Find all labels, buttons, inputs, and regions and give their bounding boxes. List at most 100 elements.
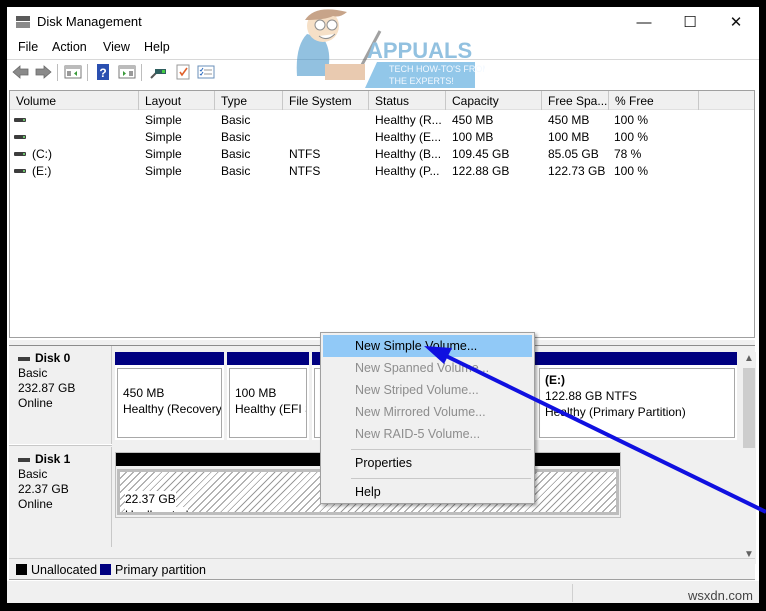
partition-status: Healthy (Recovery bbox=[123, 402, 222, 416]
menu-item-help[interactable]: Help bbox=[323, 481, 532, 503]
disk-icon bbox=[18, 356, 30, 361]
menu-bar: File Action View Help bbox=[7, 37, 759, 59]
volume-list: Volume Layout Type File System Status Ca… bbox=[9, 90, 755, 338]
partition-size: 22.37 GB bbox=[125, 491, 176, 507]
partition-status: Healthy (EFI S bbox=[235, 402, 307, 416]
maximize-icon: ☐ bbox=[683, 14, 697, 31]
partition-status: Healthy (Primary Partition) bbox=[545, 405, 686, 419]
volume-free-space: 450 MB bbox=[548, 113, 590, 127]
back-arrow-icon[interactable] bbox=[12, 64, 30, 80]
volume-status: Healthy (P... bbox=[375, 164, 440, 178]
column-header-capacity[interactable]: Capacity bbox=[446, 91, 542, 110]
volume-row[interactable]: (E:) Simple Basic NTFS Healthy (P... 122… bbox=[10, 163, 754, 180]
disk-icon bbox=[18, 457, 30, 462]
volume-row[interactable]: Simple Basic Healthy (R... 450 MB 450 MB… bbox=[10, 112, 754, 129]
menu-file[interactable]: File bbox=[18, 40, 38, 54]
menu-help[interactable]: Help bbox=[144, 40, 170, 54]
primary-partition-bar bbox=[227, 352, 309, 365]
scroll-up-icon[interactable]: ▲ bbox=[742, 352, 756, 366]
volume-capacity: 109.45 GB bbox=[452, 147, 510, 161]
toolbar-separator bbox=[141, 64, 142, 81]
disk-management-app-icon bbox=[16, 16, 30, 28]
primary-partition-swatch bbox=[100, 564, 111, 575]
partition-size: 100 MB bbox=[235, 386, 277, 400]
disk-state: Online bbox=[18, 396, 53, 410]
disk-1-label[interactable]: Disk 1 Basic 22.37 GB Online bbox=[9, 447, 112, 547]
menu-separator bbox=[351, 449, 531, 450]
disk-name: Disk 0 bbox=[35, 351, 71, 365]
legend: Unallocated Primary partition bbox=[9, 558, 755, 580]
volume-layout: Simple bbox=[145, 130, 182, 144]
disk-type: Basic bbox=[18, 366, 48, 380]
minimize-button[interactable]: — bbox=[621, 7, 667, 37]
column-header-free-space[interactable]: Free Spa... bbox=[542, 91, 609, 110]
partition-recovery[interactable]: 450 MB Healthy (Recovery bbox=[115, 352, 224, 440]
show-hide-console-tree-icon[interactable] bbox=[64, 64, 82, 80]
column-header-file-system[interactable]: File System bbox=[283, 91, 369, 110]
volume-free-space: 122.73 GB bbox=[548, 164, 606, 178]
volume-layout: Simple bbox=[145, 164, 182, 178]
volume-row[interactable]: Simple Basic Healthy (E... 100 MB 100 MB… bbox=[10, 129, 754, 146]
volume-file-system: NTFS bbox=[289, 147, 321, 161]
disk-0-label[interactable]: Disk 0 Basic 232.87 GB Online bbox=[9, 346, 112, 444]
scrollbar-thumb[interactable] bbox=[743, 368, 755, 448]
properties-icon[interactable] bbox=[174, 64, 192, 80]
status-separator bbox=[572, 584, 573, 602]
legend-unallocated: Unallocated bbox=[31, 563, 98, 577]
column-header-percent-free[interactable]: % Free bbox=[609, 91, 699, 110]
volume-row[interactable]: (C:) Simple Basic NTFS Healthy (B... 109… bbox=[10, 146, 754, 163]
legend-primary-partition: Primary partition bbox=[115, 563, 206, 577]
menu-item-new-raid5-volume: New RAID-5 Volume... bbox=[355, 427, 481, 441]
volume-type: Basic bbox=[221, 147, 251, 161]
forward-arrow-icon[interactable] bbox=[34, 64, 52, 80]
menu-item-new-spanned-volume: New Spanned Volume... bbox=[355, 361, 490, 375]
menu-view[interactable]: View bbox=[103, 40, 130, 54]
menu-action[interactable]: Action bbox=[52, 40, 87, 54]
primary-partition-bar bbox=[537, 352, 737, 365]
disk-pane-scrollbar[interactable]: ▲ ▼ bbox=[742, 352, 756, 564]
help-icon[interactable]: ? bbox=[94, 64, 112, 80]
column-header-status[interactable]: Status bbox=[369, 91, 446, 110]
disk-type: Basic bbox=[18, 467, 48, 481]
partition-efi[interactable]: 100 MB Healthy (EFI S bbox=[227, 352, 309, 440]
menu-item-new-striped-volume: New Striped Volume... bbox=[355, 383, 479, 397]
menu-item-properties[interactable]: Properties bbox=[323, 452, 532, 474]
drive-icon bbox=[14, 169, 26, 173]
volume-file-system: NTFS bbox=[289, 164, 321, 178]
volume-list-header: Volume Layout Type File System Status Ca… bbox=[10, 91, 754, 110]
volume-capacity: 450 MB bbox=[452, 113, 494, 127]
volume-layout: Simple bbox=[145, 147, 182, 161]
volume-type: Basic bbox=[221, 113, 251, 127]
menu-item-new-simple-volume[interactable]: New Simple Volume... bbox=[323, 335, 532, 357]
column-header-volume[interactable]: Volume bbox=[10, 91, 139, 110]
watermark: wsxdn.com bbox=[687, 588, 753, 603]
volume-percent-free: 100 % bbox=[614, 164, 649, 178]
volume-free-space: 100 MB bbox=[548, 130, 590, 144]
volume-name: (C:) bbox=[32, 147, 52, 161]
partition-e[interactable]: (E:) 122.88 GB NTFS Healthy (Primary Par… bbox=[537, 352, 737, 440]
partition-size: 450 MB bbox=[123, 386, 165, 400]
status-bar: wsxdn.com bbox=[7, 581, 759, 603]
volume-type: Basic bbox=[221, 164, 251, 178]
volume-percent-free: 78 % bbox=[614, 147, 642, 161]
connect-icon[interactable] bbox=[149, 64, 167, 80]
checklist-icon[interactable] bbox=[197, 64, 215, 80]
close-button[interactable]: ✕ bbox=[713, 7, 759, 37]
toolbar-separator bbox=[57, 64, 58, 81]
column-header-layout[interactable]: Layout bbox=[139, 91, 215, 110]
toolbar: ? bbox=[7, 59, 759, 85]
window-title: Disk Management bbox=[37, 14, 142, 29]
partition-status: Unallocated bbox=[125, 507, 189, 512]
disk-name: Disk 1 bbox=[35, 452, 71, 466]
close-icon: ✕ bbox=[729, 14, 743, 31]
maximize-button[interactable]: ☐ bbox=[667, 7, 713, 37]
partition-size-fs: 122.88 GB NTFS bbox=[545, 389, 638, 403]
primary-partition-bar bbox=[115, 352, 224, 365]
volume-percent-free: 100 % bbox=[614, 113, 649, 127]
show-hide-action-pane-icon[interactable] bbox=[118, 64, 136, 80]
disk-management-window: Disk Management — ☐ ✕ File Action View H… bbox=[7, 7, 759, 603]
column-header-type[interactable]: Type bbox=[215, 91, 283, 110]
volume-percent-free: 100 % bbox=[614, 130, 649, 144]
volume-capacity: 122.88 GB bbox=[452, 164, 510, 178]
context-menu: New Simple Volume... New Spanned Volume.… bbox=[320, 332, 535, 504]
